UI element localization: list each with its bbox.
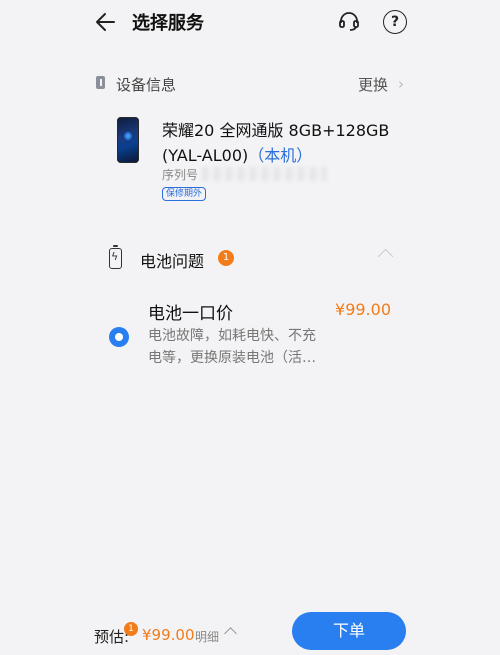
warranty-badge: 保修期外 [162, 187, 207, 201]
chevron-up-icon[interactable] [377, 248, 394, 265]
device-image [117, 117, 139, 163]
device-section-title: 设备信息 [116, 76, 177, 94]
estimate-count-badge: 1 [124, 622, 138, 636]
service-description: 电池故障，如耗电快、不充 电等，更换原装电池（活… [148, 328, 316, 366]
bottom-action-bar: 预估: 1 ¥99.00 明细 下单 [0, 600, 500, 655]
page-title: 选择服务 [132, 13, 204, 34]
issue-category-header[interactable]: 电池问题 1 [100, 245, 400, 275]
serial-label: 序列号 [162, 168, 199, 182]
service-price: ¥99.00 [335, 300, 391, 319]
help-icon[interactable]: ? [383, 10, 407, 34]
estimate-price: ¥99.00 [142, 626, 195, 644]
service-name: 电池一口价 [148, 304, 233, 324]
battery-icon [109, 245, 122, 269]
headset-icon[interactable] [337, 9, 361, 33]
price-detail-toggle[interactable]: 明细 [195, 628, 219, 645]
service-radio-selected[interactable] [109, 327, 129, 347]
app-header: 选择服务 ? [0, 0, 500, 50]
device-info-header: 设备信息 更换 › [96, 72, 406, 96]
arrow-left-icon[interactable] [92, 8, 120, 36]
chevron-right-icon: › [398, 75, 404, 93]
issue-title: 电池问题 [140, 252, 205, 271]
place-order-button[interactable]: 下单 [292, 612, 406, 650]
issue-count-badge: 1 [218, 250, 234, 266]
local-device-tag: （本机） [248, 146, 313, 165]
info-icon [96, 76, 105, 89]
chevron-up-icon[interactable] [224, 627, 237, 640]
serial-number-redacted [202, 167, 327, 181]
change-device-button[interactable]: 更换 [358, 74, 388, 95]
device-name: 荣耀20 全网通版 8GB+128GB (YAL-AL00)（本机） [162, 118, 412, 168]
